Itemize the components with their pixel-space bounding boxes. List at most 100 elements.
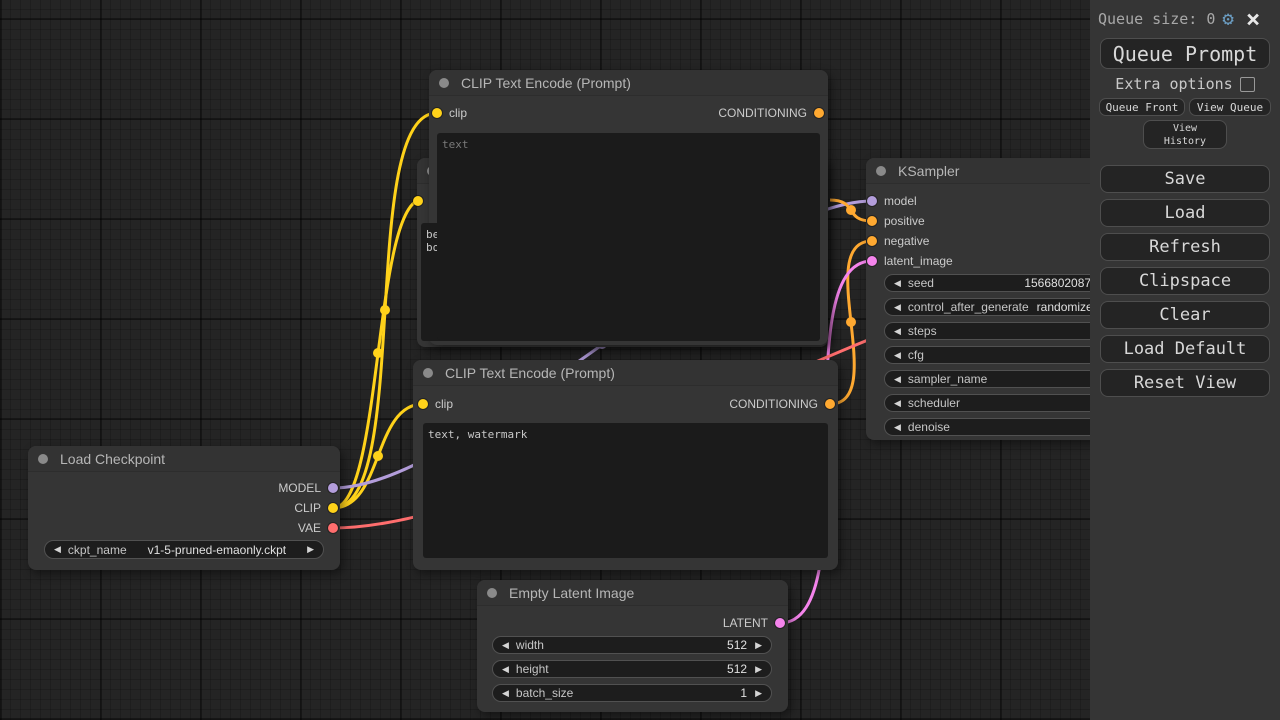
clip-port-dot[interactable] [413,196,423,206]
prompt-textarea-top[interactable]: text [437,133,820,340]
node-title-bar[interactable]: CLIP Text Encode (Prompt) [429,70,828,96]
conditioning-port-dot[interactable] [867,236,877,246]
node-clip-text-encode-bottom[interactable]: CLIP Text Encode (Prompt) clip CONDITION… [413,360,838,570]
decrement-arrow-icon[interactable]: ◀ [894,302,901,313]
decrement-arrow-icon[interactable]: ◀ [502,688,509,699]
model-port-dot[interactable] [328,483,338,493]
link-midpoint-dot[interactable] [846,317,856,327]
clip-port-dot[interactable] [328,503,338,513]
link-midpoint-dot[interactable] [373,451,383,461]
clear-button[interactable]: Clear [1100,301,1270,329]
output-port-clip[interactable]: CLIP [294,501,338,515]
queue-size-value: 0 [1206,10,1216,28]
decrement-arrow-icon[interactable]: ◀ [894,278,901,289]
input-port-clip[interactable]: clip [418,397,453,411]
load-button[interactable]: Load [1100,199,1270,227]
prompt-textarea-negative[interactable]: text, watermark [423,423,828,558]
widget-label: steps [907,324,937,338]
extra-options-checkbox[interactable] [1239,76,1255,92]
collapse-dot-icon[interactable] [487,587,497,598]
widget-ckpt-name[interactable]: ◀ ckpt_name v1-5-pruned-emaonly.ckpt ▶ [44,540,324,559]
close-icon[interactable]: × [1246,7,1260,31]
conditioning-port-dot[interactable] [867,216,877,226]
input-port-label: model [884,194,917,208]
widget-label: denoise [907,420,950,434]
output-port-conditioning[interactable]: CONDITIONING [718,106,824,120]
output-port-label: VAE [297,521,321,535]
widget-height[interactable]: ◀ height 512 ▶ [492,660,772,678]
latent-port-dot[interactable] [775,618,785,628]
queue-front-button[interactable]: Queue Front [1099,98,1185,116]
output-port-latent[interactable]: LATENT [723,616,785,630]
clip-port-dot[interactable] [418,399,428,409]
widget-scheduler[interactable]: ◀ scheduler ▶ [884,394,1116,412]
link-midpoint-dot[interactable] [373,348,383,358]
widget-label: sampler_name [907,372,988,386]
conditioning-port-dot[interactable] [814,108,824,118]
widget-control-after-generate[interactable]: ◀ control_after_generate randomize ▶ [884,298,1116,316]
node-title: CLIP Text Encode (Prompt) [461,74,631,91]
input-port-positive[interactable]: positive [867,214,925,228]
decrement-arrow-icon[interactable]: ◀ [894,374,901,385]
input-port-negative[interactable]: negative [867,234,929,248]
link-midpoint-dot[interactable] [846,205,856,215]
queue-size-label: Queue size: 0 [1098,10,1216,28]
increment-arrow-icon[interactable]: ▶ [755,688,762,699]
collapse-dot-icon[interactable] [876,165,886,176]
settings-gear-icon[interactable]: ⚙ [1222,9,1233,29]
collapse-dot-icon[interactable] [439,77,449,88]
save-button[interactable]: Save [1100,165,1270,193]
decrement-arrow-icon[interactable]: ◀ [502,640,509,651]
node-graph-canvas[interactable]: CLIP Text Encode (Prompt) clip CONDITION… [0,0,1280,720]
vae-port-dot[interactable] [328,523,338,533]
decrement-arrow-icon[interactable]: ◀ [502,664,509,675]
collapse-dot-icon[interactable] [423,367,433,378]
increment-arrow-icon[interactable]: ▶ [755,664,762,675]
widget-value: 1 [740,686,748,700]
widget-cfg[interactable]: ◀ cfg ▶ [884,346,1116,364]
refresh-button[interactable]: Refresh [1100,233,1270,261]
conditioning-port-dot[interactable] [825,399,835,409]
output-port-label: LATENT [722,616,768,630]
node-title-bar[interactable]: Load Checkpoint [28,446,340,472]
widget-label: scheduler [907,396,960,410]
clip-port-dot[interactable] [432,108,442,118]
link-midpoint-dot[interactable] [380,305,390,315]
queue-prompt-button[interactable]: Queue Prompt [1100,38,1270,69]
node-title-bar[interactable]: CLIP Text Encode (Prompt) [413,360,838,386]
widget-label: width [515,638,544,652]
prev-option-arrow-icon[interactable]: ◀ [54,544,61,555]
output-port-label: CLIP [294,501,321,515]
widget-denoise[interactable]: ◀ denoise ▶ [884,418,1116,436]
latent-port-dot[interactable] [867,256,877,266]
next-option-arrow-icon[interactable]: ▶ [307,544,314,555]
collapse-dot-icon[interactable] [38,453,48,464]
decrement-arrow-icon[interactable]: ◀ [894,350,901,361]
widget-batch-size[interactable]: ◀ batch_size 1 ▶ [492,684,772,702]
input-port-clip[interactable] [413,194,423,208]
node-title-bar[interactable]: Empty Latent Image [477,580,788,606]
node-empty-latent-image[interactable]: Empty Latent Image LATENT ◀ width 512 ▶ … [477,580,788,712]
view-history-button[interactable]: View History [1143,120,1227,149]
decrement-arrow-icon[interactable]: ◀ [894,422,901,433]
clipspace-button[interactable]: Clipspace [1100,267,1270,295]
widget-seed[interactable]: ◀ seed 1566802087 ▶ [884,274,1116,292]
widget-label: ckpt_name [67,542,127,557]
view-queue-button[interactable]: View Queue [1189,98,1271,116]
decrement-arrow-icon[interactable]: ◀ [894,326,901,337]
input-port-model[interactable]: model [867,194,917,208]
reset-view-button[interactable]: Reset View [1100,369,1270,397]
node-load-checkpoint[interactable]: Load Checkpoint MODEL CLIP VAE ◀ ckpt_na… [28,446,340,570]
decrement-arrow-icon[interactable]: ◀ [894,398,901,409]
output-port-model[interactable]: MODEL [278,481,338,495]
widget-steps[interactable]: ◀ steps ▶ [884,322,1116,340]
output-port-vae[interactable]: VAE [298,521,338,535]
widget-width[interactable]: ◀ width 512 ▶ [492,636,772,654]
input-port-clip[interactable]: clip [432,106,467,120]
output-port-conditioning[interactable]: CONDITIONING [729,397,835,411]
input-port-latent-image[interactable]: latent_image [867,254,953,268]
load-default-button[interactable]: Load Default [1100,335,1270,363]
widget-sampler-name[interactable]: ◀ sampler_name ▶ [884,370,1116,388]
increment-arrow-icon[interactable]: ▶ [755,640,762,651]
model-port-dot[interactable] [867,196,877,206]
